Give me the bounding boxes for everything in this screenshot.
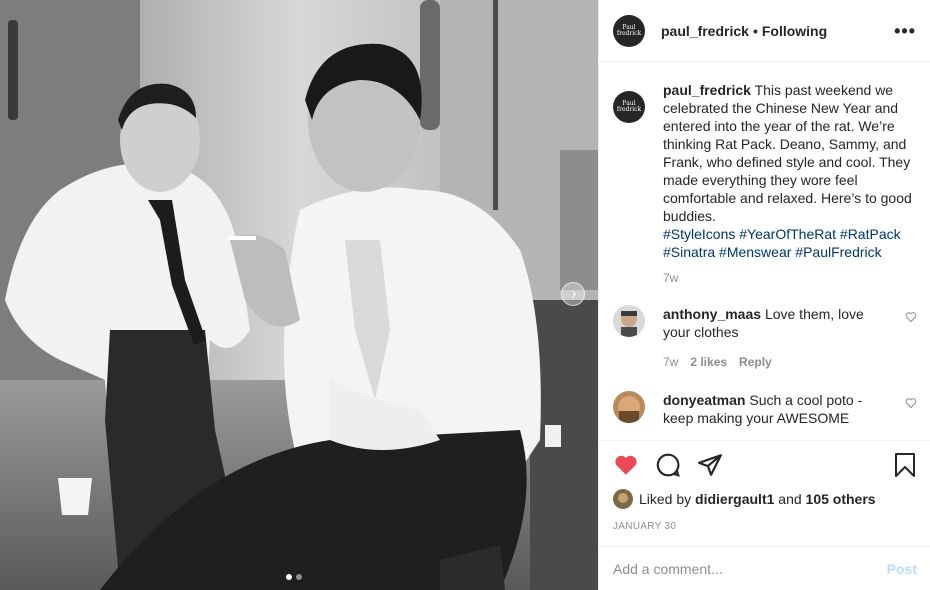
caption-username[interactable]: paul_fredrick [663,82,751,98]
avatar-photo [613,305,645,337]
comment-like-icon[interactable] [905,311,917,323]
comment-body: anthony_maas Love them, love your clothe… [663,305,893,371]
post-viewer: › Paul fredrick paul_fredrick • Followin… [0,0,930,590]
liked-by-user[interactable]: didiergault1 [695,491,774,507]
like-heart-icon[interactable] [613,452,639,478]
header-separator: • [752,22,758,39]
action-icons [613,451,917,479]
carousel-dot [296,574,302,580]
carousel-indicator [286,574,302,580]
share-send-icon[interactable] [697,452,723,478]
comment-item: anthony_maas Love them, love your clothe… [613,305,917,371]
comment-likes[interactable]: 2 likes [690,353,727,371]
comment-time[interactable]: 7w [663,353,678,371]
comment-item: donyeatman Such a cool poto - keep makin… [613,391,917,427]
caption: Paul fredrick paul_fredrick This past we… [613,81,917,261]
post-actions: Liked by didiergault1 and 105 others JAN… [599,440,930,532]
caption-hashtags[interactable]: #StyleIcons #YearOfTheRat #RatPack #Sina… [663,226,901,260]
liked-by-others[interactable]: 105 others [806,491,876,507]
author-username[interactable]: paul_fredrick [661,23,749,39]
photo-illustration [0,0,598,590]
comment-meta: 7w 2 likes Reply [663,353,893,371]
avatar-logo-text: Paul fredrick [616,100,642,113]
chevron-right-icon: › [571,284,577,302]
liker-avatar[interactable] [613,489,633,509]
liked-by-conj: and [778,491,802,507]
carousel-next-button[interactable]: › [561,282,585,306]
post-photo[interactable]: › [0,0,598,590]
comment-username[interactable]: anthony_maas [663,306,761,322]
reply-button[interactable]: Reply [739,353,772,371]
bookmark-icon[interactable] [893,452,917,478]
add-comment-input[interactable]: Add a comment... [613,561,723,577]
post-sidebar: Paul fredrick paul_fredrick • Following … [598,0,930,590]
liked-by-prefix: Liked by [639,491,692,507]
caption-text: This past weekend we celebrated the Chin… [663,82,912,224]
comments-list[interactable]: Paul fredrick paul_fredrick This past we… [599,63,930,439]
avatar-photo [613,391,645,423]
author-avatar[interactable]: Paul fredrick [613,14,645,47]
comment-bubble-icon[interactable] [655,452,681,478]
comment-username[interactable]: donyeatman [663,392,745,408]
liked-by: Liked by didiergault1 and 105 others [613,489,917,509]
avatar-logo-text: Paul fredrick [616,23,642,37]
add-comment-bar: Add a comment... Post [599,546,930,590]
comment-like-icon[interactable] [905,397,917,409]
caption-body: paul_fredrick This past weekend we celeb… [663,81,913,261]
carousel-dot-active [286,574,292,580]
post-date[interactable]: JANUARY 30 [613,521,917,532]
caption-time[interactable]: 7w [663,271,917,285]
caption-avatar[interactable]: Paul fredrick [613,91,645,123]
post-comment-button[interactable]: Post [887,561,917,577]
more-options-icon[interactable]: ••• [894,22,916,40]
avatar-photo [613,489,633,509]
commenter-avatar[interactable] [613,391,645,423]
comment-body: donyeatman Such a cool poto - keep makin… [663,391,893,427]
post-header: Paul fredrick paul_fredrick • Following … [599,0,930,62]
commenter-avatar[interactable] [613,305,645,337]
following-button[interactable]: Following [762,23,827,39]
